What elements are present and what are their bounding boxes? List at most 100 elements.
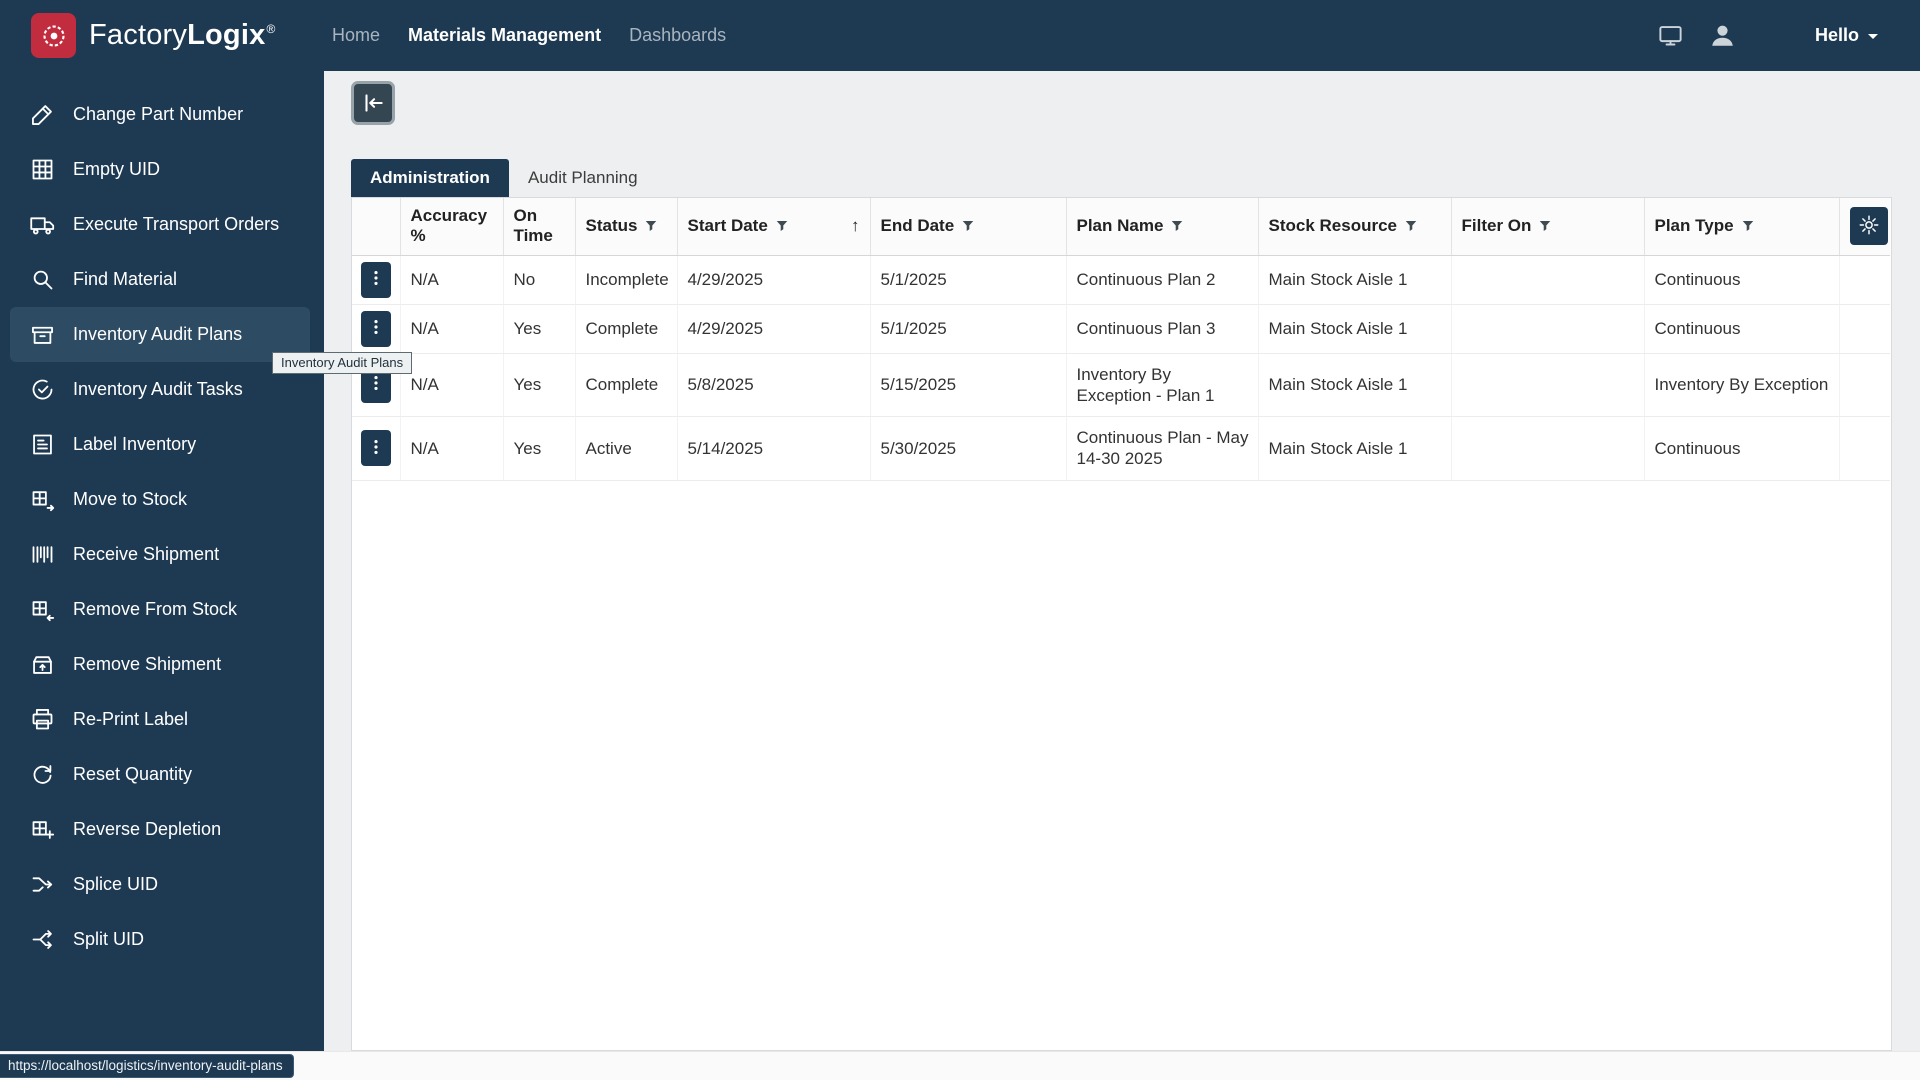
sidebar-item-reset-quantity[interactable]: Reset Quantity [10, 747, 310, 802]
user-menu[interactable]: Hello [1815, 25, 1878, 46]
column-label: Accuracy % [410, 206, 488, 246]
nav-home[interactable]: Home [332, 25, 380, 46]
filter-icon[interactable] [1741, 219, 1755, 233]
sidebar-item-label: Move to Stock [73, 489, 188, 509]
sidebar-item-find-material[interactable]: Find Material [10, 252, 310, 307]
column-header-status[interactable]: Status [575, 198, 678, 256]
column-header-filter-on[interactable]: Filter On [1451, 198, 1645, 256]
sidebar-item-inventory-audit-plans[interactable]: Inventory Audit Plans [10, 307, 310, 362]
document-icon [29, 431, 56, 458]
sidebar-item-remove-from-stock[interactable]: Remove From Stock [10, 582, 310, 637]
cell-stock-resource: Main Stock Aisle 1 [1258, 353, 1452, 417]
cell-filter-on [1451, 304, 1645, 354]
cell-plan-name: Continuous Plan - May 14-30 2025 [1066, 416, 1259, 481]
barcode-icon [29, 541, 56, 568]
kebab-icon [366, 373, 386, 396]
sidebar-item-re-print-label[interactable]: Re-Print Label [10, 692, 310, 747]
row-menu-button[interactable] [360, 430, 391, 467]
cell-on-time: Yes [503, 353, 576, 417]
cell-end-date: 5/30/2025 [870, 416, 1067, 481]
sidebar-item-receive-shipment[interactable]: Receive Shipment [10, 527, 310, 582]
sidebar-item-label: Receive Shipment [73, 544, 220, 564]
cell-end-date: 5/15/2025 [870, 353, 1067, 417]
sidebar-item-change-part-number[interactable]: Change Part Number [10, 87, 310, 142]
sidebar-item-remove-shipment[interactable]: Remove Shipment [10, 637, 310, 692]
column-label: End Date [880, 216, 955, 236]
sidebar-item-label: Remove From Stock [73, 599, 238, 619]
filter-icon[interactable] [1404, 219, 1418, 233]
edit-icon [29, 101, 56, 128]
cell-accuracy: N/A [400, 416, 504, 481]
filter-icon[interactable] [775, 219, 789, 233]
row-menu-button[interactable] [360, 310, 391, 347]
cell-blank [1839, 304, 1890, 354]
cell-blank [1839, 416, 1890, 481]
column-header-accuracy[interactable]: Accuracy % [400, 198, 504, 256]
cell-accuracy: N/A [400, 353, 504, 417]
column-header-end-date[interactable]: End Date [870, 198, 1067, 256]
brand-name: FactoryLogix® [89, 19, 275, 52]
display-icon[interactable] [1657, 22, 1684, 49]
cell-accuracy: N/A [400, 255, 504, 305]
column-header-start-date[interactable]: Start Date ↑ [677, 198, 871, 256]
cell-row-menu [352, 255, 401, 305]
sidebar-item-reverse-depletion[interactable]: Reverse Depletion [10, 802, 310, 857]
top-bar: FactoryLogix® Home Materials Management Da… [0, 0, 1920, 71]
cell-start-date: 5/8/2025 [677, 353, 871, 417]
sidebar-item-empty-uid[interactable]: Empty UID [10, 142, 310, 197]
content-toolbar [351, 81, 1892, 125]
sidebar-item-execute-transport-orders[interactable]: Execute Transport Orders [10, 197, 310, 252]
cell-plan-type: Continuous [1644, 255, 1840, 305]
sidebar-item-split-uid[interactable]: Split UID [10, 912, 310, 967]
check-circle-icon [29, 376, 56, 403]
cell-status: Complete [575, 353, 678, 417]
cell-on-time: No [503, 255, 576, 305]
sidebar-item-label: Reset Quantity [73, 764, 193, 784]
cell-on-time: Yes [503, 304, 576, 354]
sidebar-item-label: Label Inventory [73, 434, 197, 454]
tab-content: Accuracy % On Time Status Start Date ↑ End Da… [351, 197, 1892, 1051]
tab-audit-planning[interactable]: Audit Planning [509, 159, 657, 197]
tabstrip: Administration Audit Planning [351, 159, 1892, 197]
column-label: Stock Resource [1268, 216, 1398, 236]
column-header-stock-resource[interactable]: Stock Resource [1258, 198, 1452, 256]
cell-status: Complete [575, 304, 678, 354]
cell-plan-name: Continuous Plan 2 [1066, 255, 1259, 305]
cell-filter-on [1451, 353, 1645, 417]
sidebar-item-splice-uid[interactable]: Splice UID [10, 857, 310, 912]
cell-status: Active [575, 416, 678, 481]
user-icon[interactable] [1708, 21, 1737, 50]
column-header-on-time[interactable]: On Time [503, 198, 576, 256]
brand-name-bold: Logix [187, 19, 266, 51]
filter-icon[interactable] [644, 219, 658, 233]
sidebar-item-label: Change Part Number [73, 104, 244, 124]
column-header-plan-type[interactable]: Plan Type [1644, 198, 1840, 256]
registered-mark: ® [266, 22, 276, 37]
nav-dashboards[interactable]: Dashboards [629, 25, 726, 46]
sidebar-item-label-inventory[interactable]: Label Inventory [10, 417, 310, 472]
tab-administration[interactable]: Administration [351, 159, 509, 197]
brand[interactable]: FactoryLogix® [0, 13, 324, 58]
printer-icon [29, 706, 56, 733]
sidebar-item-label: Split UID [73, 929, 145, 949]
body-row: Change Part Number Empty UID Execute Trans… [0, 71, 1920, 1051]
column-header-plan-name[interactable]: Plan Name [1066, 198, 1259, 256]
box-plus-icon [29, 816, 56, 843]
grid-settings-column-header [1839, 198, 1890, 256]
archive-icon [29, 321, 56, 348]
row-menu-button[interactable] [360, 261, 391, 298]
grid-settings-button[interactable] [1849, 207, 1888, 246]
filter-icon[interactable] [1170, 219, 1184, 233]
sidebar-item-inventory-audit-tasks[interactable]: Inventory Audit Tasks [10, 362, 310, 417]
collapse-panel-button[interactable] [351, 81, 395, 125]
filter-icon[interactable] [1538, 219, 1552, 233]
caret-down-icon [1868, 33, 1878, 44]
cell-start-date: 5/14/2025 [677, 416, 871, 481]
cell-stock-resource: Main Stock Aisle 1 [1258, 416, 1452, 481]
greeting-label: Hello [1814, 25, 1859, 45]
nav-materials-management[interactable]: Materials Management [408, 25, 601, 46]
sidebar-item-label: Execute Transport Orders [73, 214, 280, 234]
filter-icon[interactable] [961, 219, 975, 233]
sidebar-item-move-to-stock[interactable]: Move to Stock [10, 472, 310, 527]
cell-accuracy: N/A [400, 304, 504, 354]
